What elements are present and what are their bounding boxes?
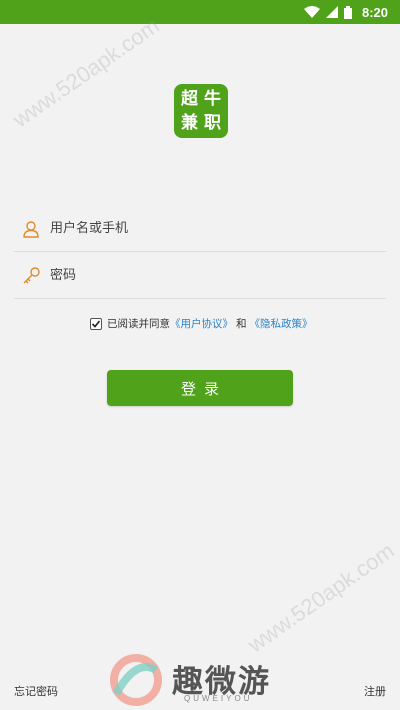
watermark: www.520apk.com (243, 537, 399, 658)
login-button[interactable]: 登录 (107, 370, 293, 406)
status-bar: 8:20 (0, 0, 400, 24)
key-icon (20, 265, 42, 287)
username-field[interactable] (14, 206, 386, 252)
battery-icon (343, 5, 352, 19)
agreement-text: 已阅读并同意 (107, 318, 170, 330)
username-input[interactable] (50, 221, 350, 236)
user-icon (20, 218, 42, 240)
watermark: www.520apk.com (8, 12, 164, 133)
logo-char: 超 (181, 88, 198, 109)
brand-watermark: 趣微游 QUWEIYOU (108, 652, 308, 708)
signal-icon (325, 6, 338, 18)
agreement-and: 和 (236, 318, 247, 330)
logo-char: 兼 (181, 112, 198, 133)
brand-subtitle: QUWEIYOU (184, 694, 253, 703)
privacy-policy-link[interactable]: 《隐私政策》 (250, 316, 313, 331)
password-input[interactable] (50, 268, 350, 283)
user-agreement-link[interactable]: 《用户协议》 (170, 316, 233, 331)
password-field[interactable] (14, 253, 386, 299)
forgot-password-link[interactable]: 忘记密码 (14, 683, 58, 699)
wifi-icon (303, 6, 320, 18)
app-logo: 超 牛 兼 职 (174, 84, 228, 138)
logo-char: 职 (204, 112, 221, 133)
status-time: 8:20 (361, 4, 388, 20)
brand-logo-icon (108, 654, 164, 710)
agreement-row: 已阅读并同意 《用户协议》 和 《隐私政策》 (90, 316, 313, 331)
logo-char: 牛 (204, 88, 221, 109)
agreement-checkbox[interactable] (90, 317, 102, 330)
register-link[interactable]: 注册 (364, 683, 386, 699)
